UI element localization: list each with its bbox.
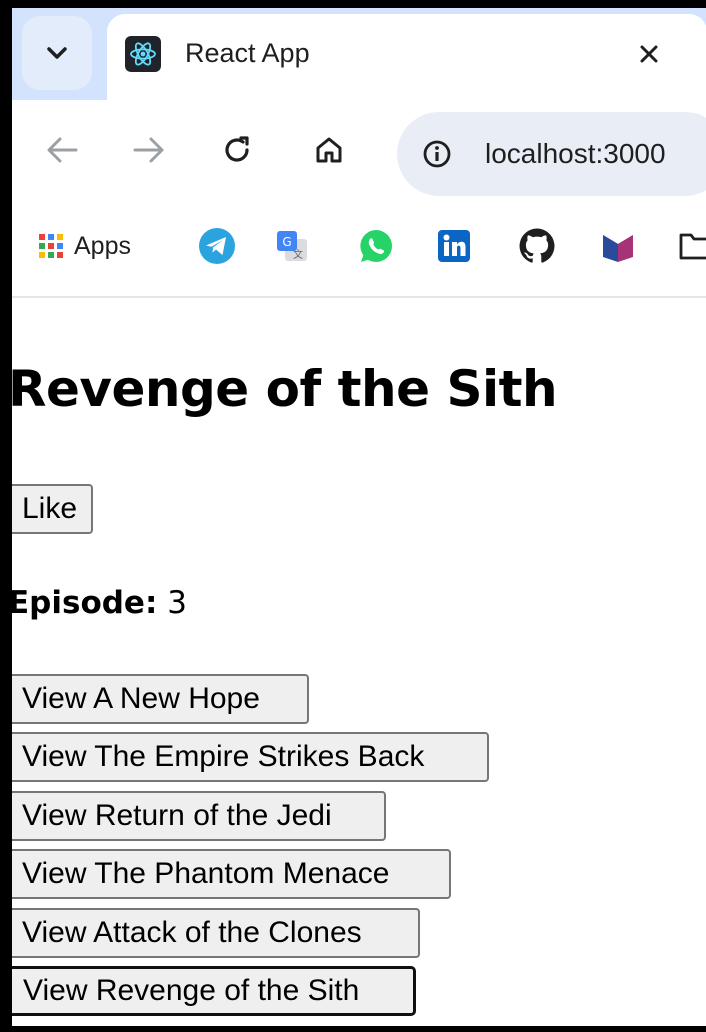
reload-icon [225, 136, 249, 162]
home-button[interactable] [307, 128, 351, 172]
back-button[interactable] [40, 128, 84, 172]
tab-search-button[interactable] [22, 16, 92, 90]
bookmarks-bar: Apps G 文 [12, 200, 706, 298]
browser-toolbar: localhost:3000 [12, 100, 706, 200]
tab-title: React App [185, 38, 310, 68]
google-translate-icon: G 文 [277, 231, 307, 261]
view-revenge-of-the-sith-button[interactable]: View Revenge of the Sith [6, 966, 416, 1016]
bookmark-folder[interactable] [679, 224, 706, 268]
browser-window: React App localhost:3000 Apps G 文 Reveng… [0, 0, 706, 1032]
svg-text:G: G [282, 235, 291, 249]
arrow-right-icon [133, 137, 164, 163]
bookmark-apps[interactable]: Apps [38, 224, 131, 268]
forward-button[interactable] [127, 128, 171, 172]
github-icon [519, 228, 555, 263]
window-border-top [0, 0, 706, 8]
react-logo-icon [125, 36, 161, 72]
telegram-icon [199, 228, 235, 264]
arrow-left-icon [47, 137, 78, 163]
view-attack-of-the-clones-button[interactable]: View Attack of the Clones [6, 908, 420, 958]
bookmark-whatsapp[interactable] [358, 224, 394, 268]
episode-info: Episode: 3 [8, 585, 187, 621]
view-phantom-menace-button[interactable]: View The Phantom Menace [6, 849, 451, 899]
view-empire-strikes-back-button[interactable]: View The Empire Strikes Back [6, 732, 489, 782]
episode-value: 3 [167, 585, 187, 621]
bookmark-telegram[interactable] [198, 224, 236, 268]
reload-button[interactable] [215, 128, 259, 172]
window-border-left [0, 0, 12, 1032]
bookmark-vs-extension[interactable] [600, 224, 636, 268]
home-icon [316, 137, 342, 163]
tab-strip: React App [12, 8, 706, 100]
bookmark-google-translate[interactable]: G 文 [275, 224, 309, 268]
like-button[interactable]: Like [6, 484, 94, 534]
view-a-new-hope-button[interactable]: View A New Hope [6, 674, 309, 724]
tab-active[interactable]: React App [107, 14, 706, 100]
site-info-button[interactable] [415, 132, 459, 176]
window-border-bottom [0, 1026, 706, 1032]
view-return-of-the-jedi-button[interactable]: View Return of the Jedi [6, 791, 386, 841]
visual-studio-icon [603, 235, 633, 262]
close-icon [640, 45, 658, 63]
whatsapp-icon [360, 230, 392, 262]
svg-text:文: 文 [293, 248, 303, 261]
bookmark-linkedin[interactable] [437, 224, 471, 268]
linkedin-icon [438, 230, 470, 262]
movie-title: Revenge of the Sith [8, 360, 558, 418]
folder-icon [679, 233, 706, 260]
url-text: localhost:3000 [485, 138, 666, 169]
bookmark-github[interactable] [518, 224, 556, 268]
bookmark-apps-label: Apps [74, 231, 131, 260]
address-bar[interactable]: localhost:3000 [397, 112, 706, 196]
close-tab-button[interactable] [627, 32, 671, 76]
info-icon [423, 140, 451, 168]
apps-grid-icon [39, 234, 63, 258]
episode-label: Episode: [8, 585, 158, 621]
page-content: Revenge of the Sith Like Episode: 3 View… [6, 298, 706, 1026]
chevron-down-icon [47, 47, 67, 59]
